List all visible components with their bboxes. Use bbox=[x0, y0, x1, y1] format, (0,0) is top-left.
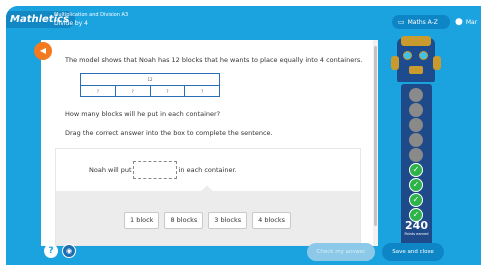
sentence-after: in each container. bbox=[178, 166, 237, 174]
bar-model: 12 ? ? ? ? bbox=[80, 73, 220, 97]
breadcrumb: Multiplication and Division A3 Divide by… bbox=[54, 12, 128, 28]
question-intro: The model shows that Noah has 12 blocks … bbox=[65, 56, 363, 64]
check-answer-button[interactable]: Check my answer bbox=[307, 243, 375, 261]
book-icon: ▭ bbox=[398, 18, 405, 26]
choice-tile[interactable]: 3 blocks bbox=[208, 212, 248, 229]
lesson-title: Divide by 4 bbox=[54, 20, 88, 27]
progress-slot bbox=[409, 103, 423, 117]
totem-eye-left bbox=[403, 51, 412, 60]
checkmark-icon: ✓ bbox=[412, 165, 420, 174]
user-name: Mar bbox=[465, 19, 478, 26]
course-title: Multiplication and Division A3 bbox=[54, 12, 129, 18]
save-close-button[interactable]: Save and close bbox=[382, 243, 444, 261]
bar-total: 12 bbox=[81, 74, 219, 86]
progress-slot-complete: ✓ bbox=[409, 193, 423, 207]
progress-slot bbox=[409, 133, 423, 147]
choices-tray: 1 block 8 blocks 3 blocks 4 blocks bbox=[56, 185, 360, 245]
progress-slot-complete: ✓ bbox=[409, 163, 423, 177]
bar-part: ? bbox=[151, 86, 186, 97]
totem-head bbox=[391, 36, 441, 82]
speaker-icon: ◀ bbox=[39, 46, 47, 55]
progress-slot bbox=[409, 148, 423, 162]
maths-az-label: Maths A-Z bbox=[407, 19, 438, 26]
user-icon: ● bbox=[455, 17, 463, 27]
checkmark-icon: ✓ bbox=[412, 180, 420, 189]
question-instruction: Drag the correct answer into the box to … bbox=[65, 129, 273, 137]
progress-totem: ✓ ✓ ✓ ✓ 240 Points earned bbox=[391, 36, 445, 248]
sentence-before: Noah will put bbox=[89, 166, 132, 174]
choice-tile[interactable]: 4 blocks bbox=[252, 212, 291, 229]
choice-tile[interactable]: 8 blocks bbox=[164, 212, 204, 229]
app-window: Mathletics Multiplication and Division A… bbox=[6, 6, 481, 265]
choices-list: 1 block 8 blocks 3 blocks 4 blocks bbox=[124, 212, 291, 229]
choice-tile[interactable]: 1 block bbox=[124, 212, 160, 229]
points-value: 240 bbox=[405, 219, 428, 232]
bar-part: ? bbox=[201, 89, 204, 94]
totem-cap bbox=[401, 36, 431, 46]
answer-area: Noah will put in each container. 1 block… bbox=[55, 148, 361, 246]
totem-mouth bbox=[409, 66, 423, 74]
checkmark-icon: ✓ bbox=[412, 210, 420, 219]
header: Mathletics Multiplication and Division A… bbox=[6, 6, 481, 36]
settings-button[interactable]: ◉ bbox=[62, 244, 76, 258]
question-card: The model shows that Noah has 12 blocks … bbox=[41, 40, 378, 246]
progress-slot bbox=[409, 118, 423, 132]
checkmark-icon: ✓ bbox=[412, 195, 420, 204]
progress-slot bbox=[409, 88, 423, 102]
points-label: Points earned bbox=[404, 232, 429, 236]
totem-body: ✓ ✓ ✓ ✓ 240 Points earned bbox=[401, 84, 432, 248]
answer-sentence: Noah will put in each container. bbox=[89, 161, 237, 179]
points-display: 240 Points earned bbox=[401, 219, 432, 237]
bar-part: ? bbox=[81, 86, 116, 97]
totem-wing-right bbox=[433, 56, 441, 70]
answer-drop-box[interactable] bbox=[132, 161, 177, 179]
help-icon: ? bbox=[48, 246, 54, 256]
help-button[interactable]: ? bbox=[44, 244, 58, 258]
question-prompt: How many blocks will he put in each cont… bbox=[65, 110, 221, 118]
scrollbar[interactable] bbox=[373, 40, 378, 246]
bar-part: ? bbox=[116, 86, 151, 97]
totem-wing-left bbox=[391, 56, 399, 70]
scrollbar-thumb[interactable] bbox=[374, 46, 377, 226]
progress-slot-complete: ✓ bbox=[409, 178, 423, 192]
totem-eye-right bbox=[419, 51, 428, 60]
maths-az-button[interactable]: ▭ Maths A-Z bbox=[392, 15, 450, 29]
user-menu[interactable]: ● Mar bbox=[455, 16, 477, 29]
bar-parts: ? ? ? ? bbox=[81, 86, 219, 97]
audio-button[interactable]: ◀ bbox=[34, 42, 52, 60]
settings-icon: ◉ bbox=[65, 247, 73, 255]
tray-notch bbox=[201, 185, 213, 197]
